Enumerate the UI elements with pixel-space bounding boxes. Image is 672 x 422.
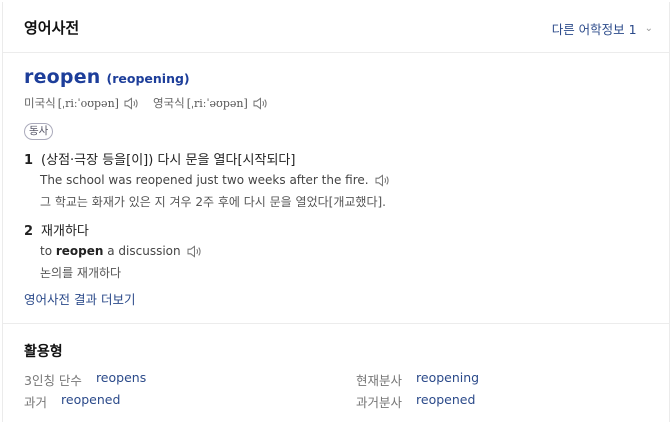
conjugation-item: 과거분사 reopened bbox=[356, 392, 475, 411]
section-divider bbox=[3, 323, 669, 324]
chevron-down-icon: ⌄ bbox=[644, 23, 653, 34]
conjugation-item: 현재분사 reopening bbox=[356, 370, 479, 389]
conjugation-label: 과거 bbox=[24, 395, 48, 410]
sense-definition: 2 재개하다 bbox=[24, 220, 89, 239]
headword-row: reopen (reopening) bbox=[24, 66, 190, 88]
conjugation-value-link[interactable]: reopened bbox=[61, 392, 120, 411]
speaker-icon[interactable] bbox=[187, 244, 202, 258]
pron-uk-label: 영국식 bbox=[152, 96, 185, 110]
conjugation-label: 3인칭 단수 bbox=[24, 373, 82, 388]
other-language-info-label: 다른 어학정보 1 bbox=[551, 22, 637, 37]
conjugation-value-link[interactable]: reopens bbox=[96, 370, 146, 389]
derived-form-link[interactable]: (reopening) bbox=[107, 71, 190, 86]
card-header: 영어사전 다른 어학정보 1 ⌄ bbox=[3, 2, 669, 53]
pron-uk-ipa: [ˌriːˈəʊpən] bbox=[186, 96, 248, 110]
speaker-icon[interactable] bbox=[124, 96, 139, 110]
sense-definition: 1 (상점·극장 등을[이]) 다시 문을 열다[시작되다] bbox=[24, 149, 295, 168]
pronunciation-row: 미국식 [ˌriːˈoʊpən] 영국식 [ˌriːˈəʊpən] bbox=[24, 95, 282, 111]
example-headword: reopen bbox=[55, 244, 104, 258]
example-translation: 그 학교는 화재가 있은 지 겨우 2주 후에 다시 문을 열었다[개교했다]. bbox=[40, 195, 386, 209]
sense-text: 재개하다 bbox=[41, 224, 89, 239]
pron-us-ipa: [ˌriːˈoʊpən] bbox=[57, 96, 119, 110]
part-of-speech-badge: 동사 bbox=[24, 123, 54, 140]
see-more-results-link[interactable]: 영어사전 결과 더보기 bbox=[24, 289, 135, 308]
other-language-info-dropdown[interactable]: 다른 어학정보 1 ⌄ bbox=[552, 19, 653, 38]
example-sentence: to reopen a discussion bbox=[40, 244, 216, 258]
conjugation-value-link[interactable]: reopened bbox=[416, 392, 475, 411]
sense-number: 1 bbox=[24, 153, 34, 168]
conjugation-value-link[interactable]: reopening bbox=[416, 370, 479, 389]
headword-link[interactable]: reopen bbox=[24, 66, 101, 88]
pron-us-label: 미국식 bbox=[24, 96, 56, 110]
sense-number: 2 bbox=[24, 224, 34, 239]
sense-text: (상점·극장 등을[이]) 다시 문을 열다[시작되다] bbox=[41, 153, 296, 168]
conjugation-label: 과거분사 bbox=[356, 395, 403, 410]
example-suffix: a discussion bbox=[103, 244, 181, 258]
example-prefix: to bbox=[40, 244, 56, 258]
conjugation-label: 현재분사 bbox=[356, 373, 403, 388]
conjugation-title: 활용형 bbox=[24, 344, 63, 360]
example-sentence: The school was reopened just two weeks a… bbox=[40, 173, 404, 187]
conjugation-item: 3인칭 단수 reopens bbox=[24, 370, 146, 389]
example-text: to reopen a discussion bbox=[40, 244, 181, 258]
example-text: The school was reopened just two weeks a… bbox=[40, 173, 369, 187]
conjugation-item: 과거 reopened bbox=[24, 392, 120, 411]
dictionary-card: 영어사전 다른 어학정보 1 ⌄ reopen (reopening) 미국식 … bbox=[2, 2, 670, 422]
card-title: 영어사전 bbox=[24, 19, 80, 37]
speaker-icon[interactable] bbox=[253, 96, 268, 110]
speaker-icon[interactable] bbox=[375, 173, 390, 187]
example-translation: 논의를 재개하다 bbox=[40, 266, 122, 280]
